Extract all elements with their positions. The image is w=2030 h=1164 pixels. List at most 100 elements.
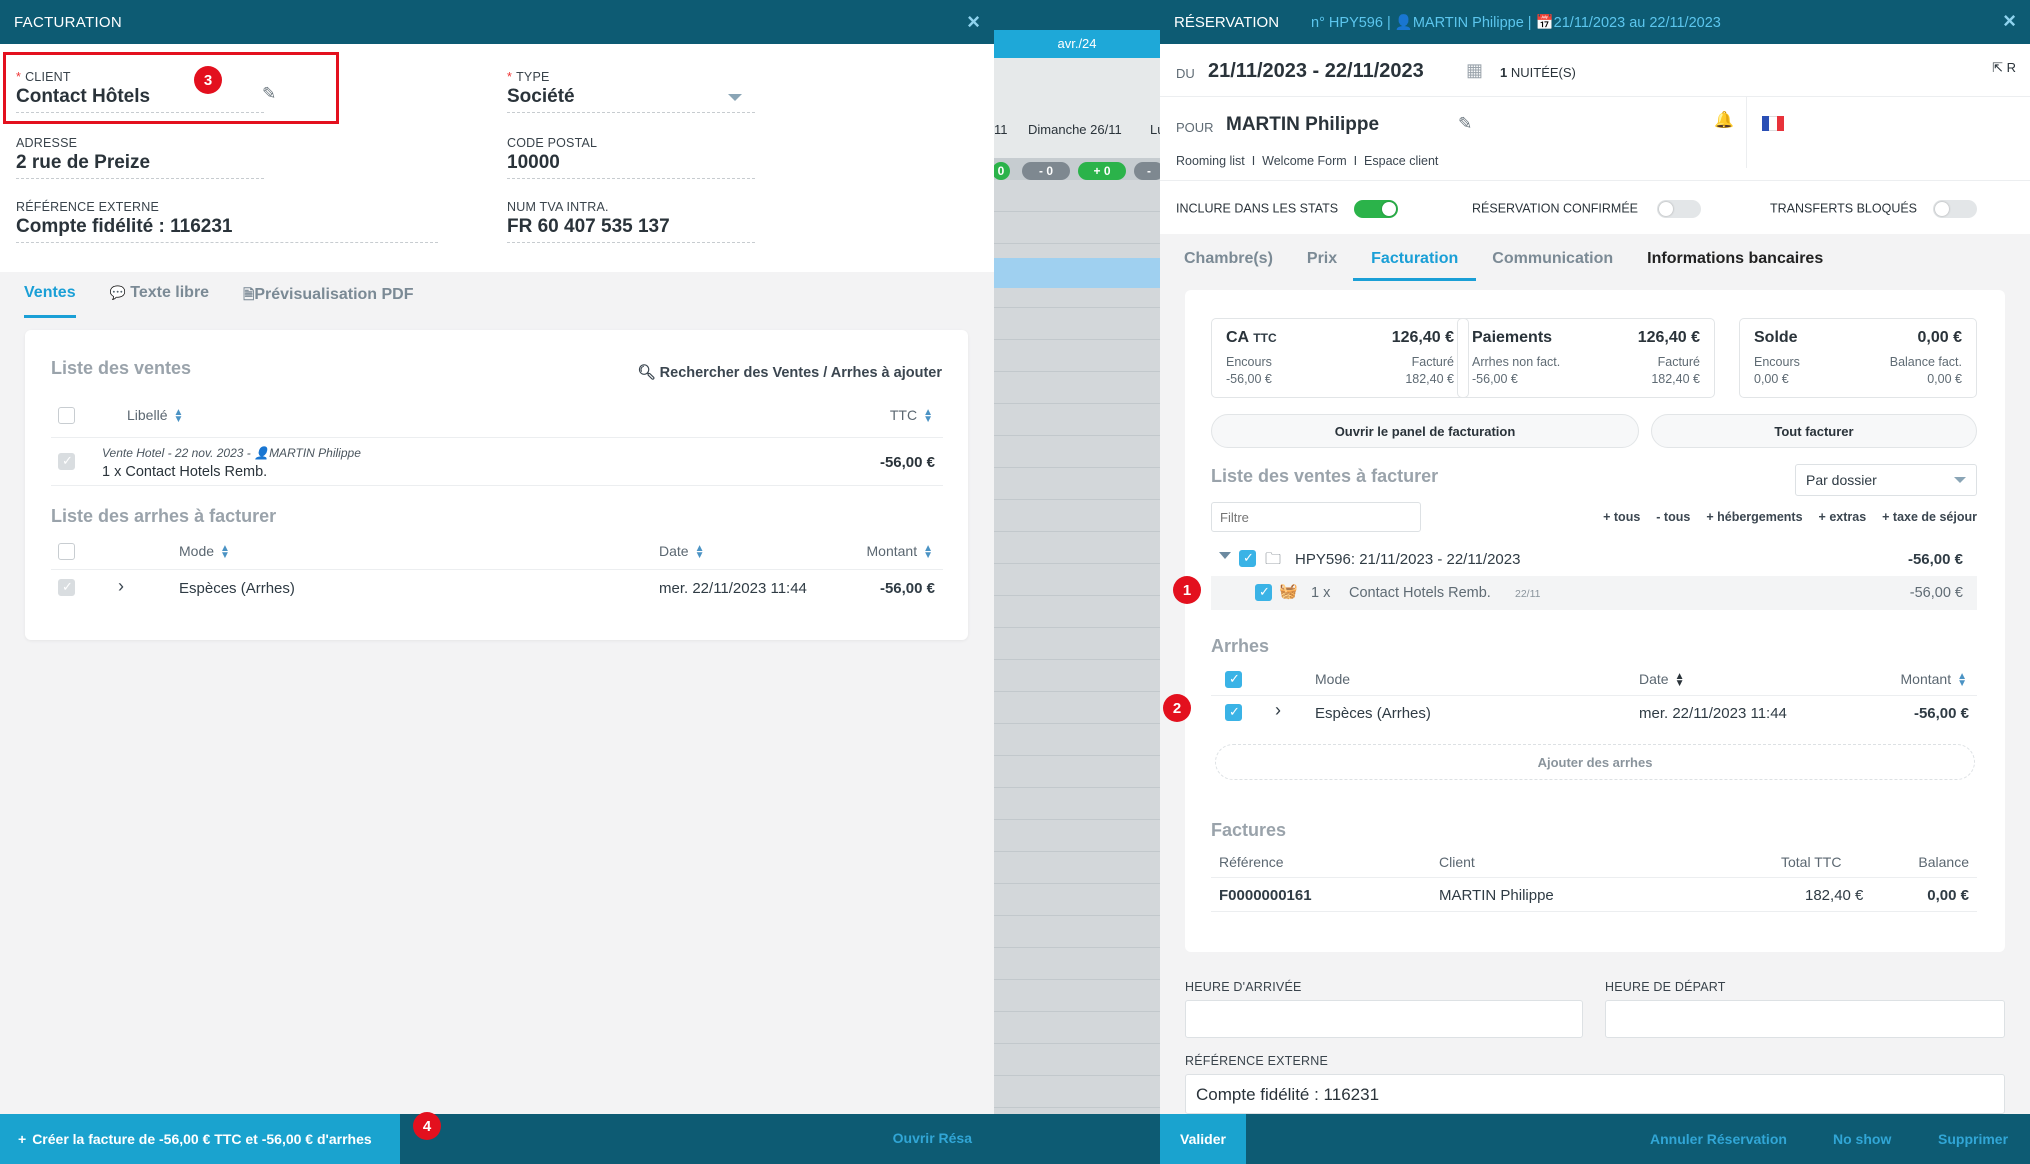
facture-ref[interactable]: F0000000161 xyxy=(1219,887,1312,904)
heure-arrivee-input[interactable] xyxy=(1185,1000,1583,1038)
filter-plus-tous[interactable]: + tous xyxy=(1603,510,1640,524)
kpi-paiements-sub2-right: 182,40 € xyxy=(1651,372,1700,386)
arrhes-row[interactable]: › Espèces (Arrhes) mer. 22/11/2023 11:44… xyxy=(51,570,943,606)
rooming-list-link[interactable]: Rooming list xyxy=(1176,154,1245,168)
french-flag-icon[interactable] xyxy=(1762,116,1784,131)
item-row[interactable]: 🧺 1 x Contact Hotels Remb. 22/11 -56,00 … xyxy=(1211,576,1977,610)
search-ventes-link[interactable]: 🔍︎ Rechercher des Ventes / Arrhes à ajou… xyxy=(637,364,942,381)
arrhes-row-checkbox[interactable] xyxy=(58,579,75,596)
divider xyxy=(1746,96,1747,168)
calendar-icon[interactable]: ▦ xyxy=(1466,60,1483,81)
par-dossier-select[interactable]: Par dossier xyxy=(1795,464,1977,496)
caret-down-icon[interactable] xyxy=(1219,552,1231,559)
du-value[interactable]: 21/11/2023 - 22/11/2023 xyxy=(1208,60,1424,83)
tab-ventes[interactable]: Ventes xyxy=(24,284,76,318)
filter-extras[interactable]: + extras xyxy=(1819,510,1867,524)
valider-button[interactable]: Valider xyxy=(1160,1114,1246,1164)
tab-previsualisation-pdf[interactable]: 🗎Prévisualisation PDF xyxy=(243,284,413,318)
type-value[interactable]: Société xyxy=(507,86,755,113)
ref-externe-input[interactable]: Compte fidélité : 116231 xyxy=(1185,1074,2005,1114)
adresse-value[interactable]: 2 rue de Preize xyxy=(16,152,264,179)
calendar-month[interactable]: avr./24 xyxy=(994,30,1160,58)
reference-externe-value[interactable]: Compte fidélité : 116231 xyxy=(16,216,438,243)
arrhes-row-checkbox[interactable] xyxy=(1225,704,1242,721)
filtre-input[interactable] xyxy=(1211,502,1421,532)
arrhes-select-all-checkbox[interactable] xyxy=(1225,671,1242,688)
tab-informations-bancaires[interactable]: Informations bancaires xyxy=(1647,250,1823,281)
filter-hebergements[interactable]: + hébergements xyxy=(1706,510,1802,524)
espace-client-link[interactable]: Espace client xyxy=(1364,154,1438,168)
chevron-right-icon[interactable]: › xyxy=(118,576,124,597)
ouvrir-resa-link[interactable]: Ouvrir Résa xyxy=(893,1130,972,1146)
arrhes-col-date[interactable]: Date ▲ ▼ xyxy=(1639,671,1684,689)
calendar-day[interactable]: Dimanche 26/11 xyxy=(1028,122,1122,137)
col-mode[interactable]: Mode ▲ ▼ xyxy=(179,543,230,561)
welcome-form-link[interactable]: Welcome Form xyxy=(1262,154,1347,168)
vente-row-checkbox[interactable] xyxy=(58,453,75,470)
chevron-down-icon[interactable] xyxy=(728,94,742,101)
col-montant[interactable]: Montant ▲ ▼ xyxy=(867,543,934,561)
open-billing-panel-button[interactable]: Ouvrir le panel de facturation xyxy=(1211,414,1639,448)
tab-chambres[interactable]: Chambre(s) xyxy=(1184,250,1273,281)
code-postal-value[interactable]: 10000 xyxy=(507,152,755,179)
client-field[interactable]: * CLIENT Contact Hôtels xyxy=(16,70,264,113)
select-all-arrhes-checkbox[interactable] xyxy=(58,543,75,560)
dossier-checkbox[interactable] xyxy=(1239,550,1256,567)
heure-depart-input[interactable] xyxy=(1605,1000,2005,1038)
ref-externe-value: Compte fidélité : 116231 xyxy=(1196,1085,1380,1104)
reservation-number: n° HPY596 xyxy=(1311,14,1383,31)
pour-value[interactable]: MARTIN Philippe xyxy=(1226,114,1379,136)
facture-row[interactable]: F0000000161 MARTIN Philippe 182,40 € 0,0… xyxy=(1211,878,1977,912)
tab-communication[interactable]: Communication xyxy=(1492,250,1613,281)
chevron-right-icon[interactable]: › xyxy=(1275,700,1281,721)
annuler-reservation-link[interactable]: Annuler Réservation xyxy=(1650,1131,1787,1147)
bell-icon[interactable]: 🔔 xyxy=(1714,110,1734,130)
toggle-stats-switch[interactable] xyxy=(1353,200,1398,218)
adresse-field[interactable]: ADRESSE 2 rue de Preize xyxy=(16,136,264,179)
num-tva-value[interactable]: FR 60 407 535 137 xyxy=(507,216,755,243)
create-invoice-button[interactable]: + Créer la facture de -56,00 € TTC et -56… xyxy=(0,1114,400,1164)
type-field[interactable]: * TYPE Société xyxy=(507,70,755,113)
num-tva-field[interactable]: NUM TVA INTRA. FR 60 407 535 137 xyxy=(507,200,755,243)
pencil-icon[interactable]: ✎ xyxy=(1458,114,1472,134)
toggle-confirmee[interactable]: RÉSERVATION CONFIRMÉE xyxy=(1472,200,1702,218)
toggle-transferts[interactable]: TRANSFERTS BLOQUÉS xyxy=(1770,200,1977,218)
du-label: DU xyxy=(1176,66,1195,81)
tab-prix[interactable]: Prix xyxy=(1307,250,1337,281)
arrhes-table-row[interactable]: › Espèces (Arrhes) mer. 22/11/2023 11:44… xyxy=(1211,696,1977,730)
col-libelle[interactable]: Libellé ▲ ▼ xyxy=(127,407,183,425)
ajouter-arrhes-button[interactable]: Ajouter des arrhes xyxy=(1215,744,1975,780)
tab-texte-libre[interactable]: 💬 Texte libre xyxy=(110,284,209,318)
arrhes-col-montant[interactable]: Montant ▲ ▼ xyxy=(1901,671,1968,689)
col-ttc[interactable]: TTC ▲ ▼ xyxy=(890,407,933,425)
arrhes-mode: Espèces (Arrhes) xyxy=(179,580,295,597)
calendar-pill: 0 xyxy=(994,162,1010,180)
toggle-stats[interactable]: INCLURE DANS LES STATS xyxy=(1176,200,1398,218)
tab-facturation[interactable]: Facturation xyxy=(1353,250,1477,281)
basket-icon: 🧺 xyxy=(1279,583,1298,600)
toggle-confirmee-switch[interactable] xyxy=(1657,200,1702,218)
filter-taxe-sejour[interactable]: + taxe de séjour xyxy=(1882,510,1977,524)
tout-facturer-button[interactable]: Tout facturer xyxy=(1651,414,1977,448)
vente-row[interactable]: Vente Hotel - 22 nov. 2023 - 👤MARTIN Phi… xyxy=(51,438,943,486)
reference-externe-field[interactable]: RÉFÉRENCE EXTERNE Compte fidélité : 1162… xyxy=(16,200,438,243)
arrhes-section-title: Arrhes xyxy=(1211,636,1270,656)
no-show-link[interactable]: No show xyxy=(1833,1131,1891,1147)
dossier-row[interactable]: 🗀 HPY596: 21/11/2023 - 22/11/2023 -56,00… xyxy=(1211,542,1977,576)
client-value[interactable]: Contact Hôtels xyxy=(16,86,264,113)
item-checkbox[interactable] xyxy=(1255,584,1272,601)
arrhes-col-mode[interactable]: Mode xyxy=(1315,671,1350,687)
kpi-ca-sub1-right: Facturé xyxy=(1411,355,1454,369)
pencil-icon[interactable]: ✎ xyxy=(262,84,276,104)
facturation-panel: FACTURATION × 3 * CLIENT Contact Hôtels ✎… xyxy=(0,0,994,1164)
toggle-transferts-switch[interactable] xyxy=(1932,200,1977,218)
col-date[interactable]: Date ▲ ▼ xyxy=(659,543,704,561)
external-link-icon[interactable]: ⇱ R xyxy=(1992,60,2016,76)
code-postal-field[interactable]: CODE POSTAL 10000 xyxy=(507,136,755,179)
kpi-ca-sub2-right: 182,40 € xyxy=(1405,372,1454,386)
close-icon[interactable]: × xyxy=(2003,8,2016,34)
close-icon[interactable]: × xyxy=(967,9,980,35)
filter-minus-tous[interactable]: - tous xyxy=(1656,510,1690,524)
select-all-ventes-checkbox[interactable] xyxy=(58,407,75,424)
supprimer-link[interactable]: Supprimer xyxy=(1938,1131,2008,1147)
